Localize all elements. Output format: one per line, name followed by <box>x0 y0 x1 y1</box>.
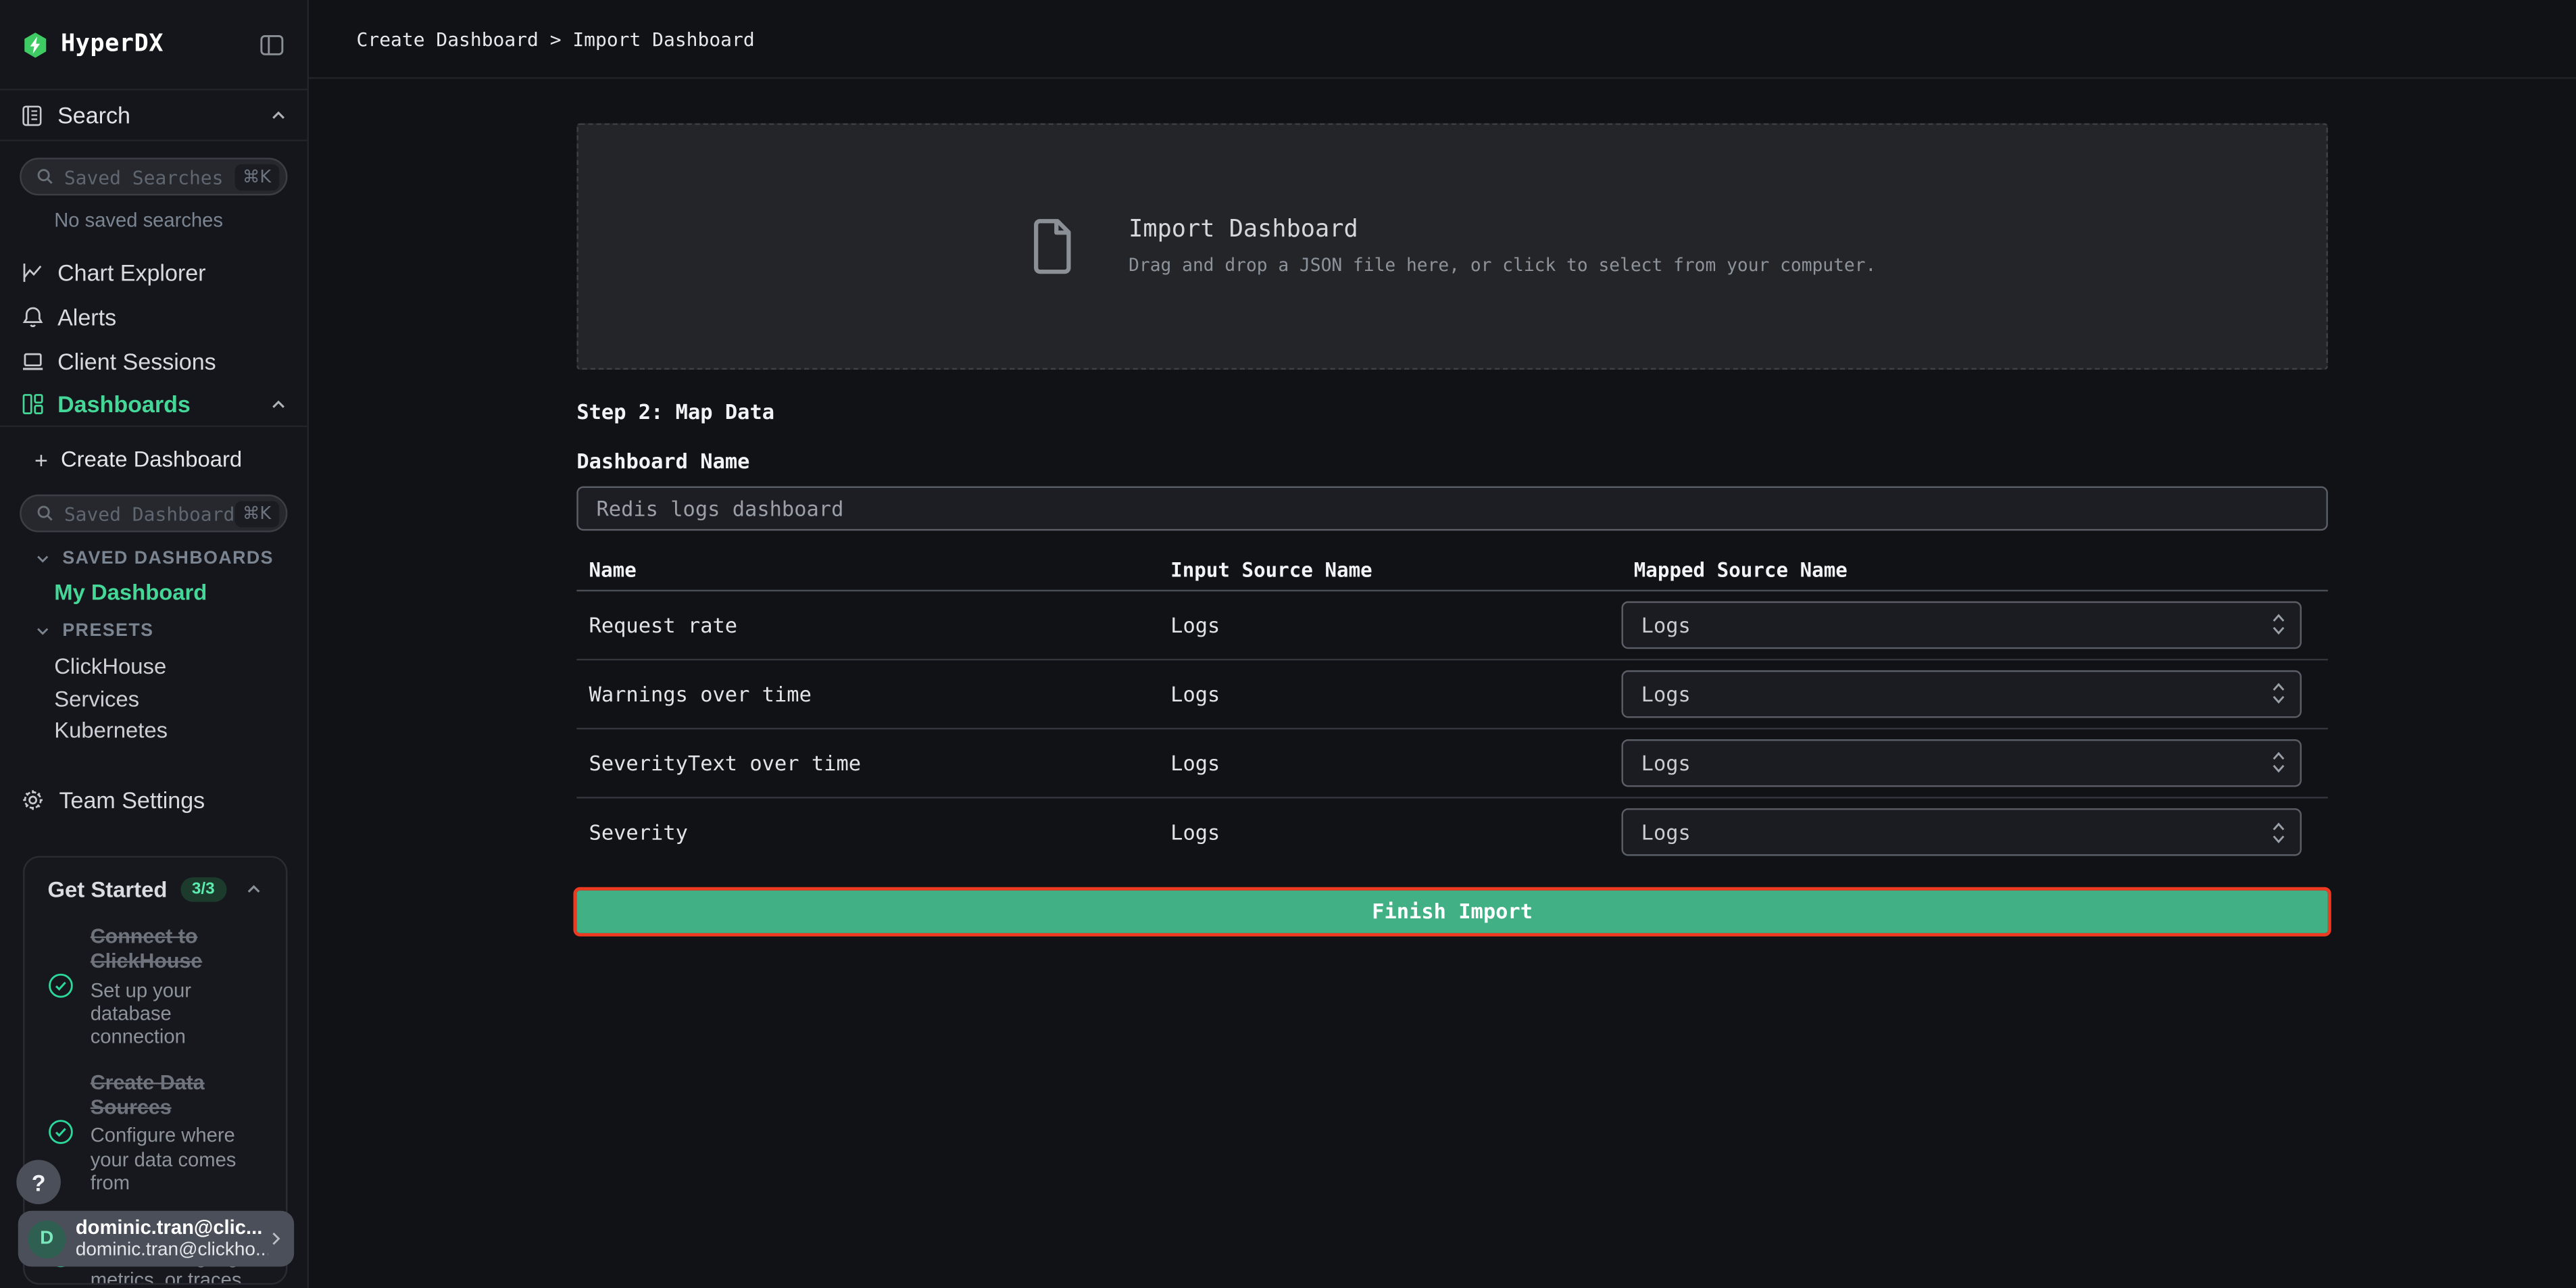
row-input-source: Logs <box>1158 681 1622 705</box>
select-chevrons-icon <box>2271 610 2287 639</box>
user-name: dominic.tran@clic... <box>76 1215 268 1239</box>
preset-item-clickhouse[interactable]: ClickHouse <box>0 651 307 683</box>
chevron-up-icon <box>270 106 288 124</box>
get-started-item: Connect to ClickHouse Set up your databa… <box>38 925 270 1048</box>
presets-section-header[interactable]: PRESETS <box>0 618 307 644</box>
select-chevrons-icon <box>2271 678 2287 708</box>
row-name: Warnings over time <box>576 681 1158 705</box>
sidebar-section-search[interactable]: Search <box>0 91 307 141</box>
chevron-right-icon <box>268 1231 284 1247</box>
table-row: Warnings over time Logs Logs <box>576 660 2328 728</box>
sidebar-item-alerts[interactable]: Alerts <box>0 294 307 339</box>
user-email: dominic.tran@clickho... <box>76 1239 268 1262</box>
check-circle-icon <box>48 1120 74 1146</box>
saved-searches-input[interactable]: Saved Searches ⌘K <box>20 157 287 195</box>
table-row: Severity Logs Logs <box>576 797 2328 866</box>
user-menu[interactable]: D dominic.tran@clic... dominic.tran@clic… <box>18 1211 294 1267</box>
row-name: SeverityText over time <box>576 750 1158 774</box>
preset-list: ClickHouse Services Kubernetes <box>0 651 307 746</box>
select-chevrons-icon <box>2271 817 2287 847</box>
column-header-name: Name <box>576 559 1158 582</box>
search-icon <box>36 168 54 186</box>
team-settings-button[interactable]: Team Settings <box>0 777 307 822</box>
sidebar-toggle-icon[interactable] <box>258 30 286 58</box>
table-row: Request rate Logs Logs <box>576 591 2328 660</box>
help-button[interactable]: ? <box>16 1160 61 1204</box>
chevron-up-icon <box>270 395 288 414</box>
mapped-source-select[interactable]: Logs <box>1621 739 2301 787</box>
get-started-item: Create Data Sources Configure where your… <box>38 1071 270 1194</box>
hyperdx-logo-icon <box>22 30 49 58</box>
chevron-down-icon <box>34 622 51 639</box>
laptop-icon <box>20 347 46 374</box>
preset-item-services[interactable]: Services <box>0 683 307 714</box>
page-header: Create Dashboard > Import Dashboard <box>309 0 2576 79</box>
sidebar-nav: Chart Explorer Alerts Client Sessions Da… <box>0 250 307 428</box>
map-data-table: Name Input Source Name Mapped Source Nam… <box>576 551 2328 867</box>
saved-dashboards-placeholder: Saved Dashboards <box>64 502 234 525</box>
dashboard-name-label: Dashboard Name <box>576 449 2328 473</box>
shortcut-badge: ⌘K <box>234 164 280 190</box>
import-dropzone[interactable]: Import Dashboard Drag and drop a JSON fi… <box>576 123 2328 370</box>
column-header-mapped-source: Mapped Source Name <box>1621 559 2327 582</box>
mapped-source-select[interactable]: Logs <box>1621 670 2301 718</box>
row-input-source: Logs <box>1158 612 1622 637</box>
check-circle-icon <box>48 973 74 999</box>
app: HyperDX Search <box>0 0 2576 1288</box>
main-content: Create Dashboard > Import Dashboard Impo… <box>309 0 2576 1288</box>
dropzone-subtitle: Drag and drop a JSON file here, or click… <box>1129 255 1876 276</box>
dropzone-title: Import Dashboard <box>1129 217 1876 243</box>
saved-dashboards-section-header[interactable]: SAVED DASHBOARDS <box>0 545 307 572</box>
row-input-source: Logs <box>1158 750 1622 774</box>
chevron-down-icon <box>34 550 51 566</box>
select-chevrons-icon <box>2271 747 2287 777</box>
progress-badge: 3/3 <box>180 877 226 901</box>
saved-searches-placeholder: Saved Searches <box>64 165 234 188</box>
table-header-row: Name Input Source Name Mapped Source Nam… <box>576 551 2328 591</box>
search-section-icon <box>20 103 44 127</box>
get-started-title: Get Started <box>48 877 168 901</box>
brand-name: HyperDX <box>61 31 164 57</box>
shortcut-badge: ⌘K <box>234 500 280 526</box>
column-header-input-source: Input Source Name <box>1158 559 1622 582</box>
gear-icon <box>20 787 46 813</box>
chevron-up-icon[interactable] <box>245 881 263 899</box>
search-section-label: Search <box>57 102 130 128</box>
mapped-source-select[interactable]: Logs <box>1621 601 2301 649</box>
chart-icon <box>20 259 46 285</box>
sidebar: HyperDX Search <box>0 0 309 1288</box>
row-input-source: Logs <box>1158 820 1622 844</box>
bell-icon <box>20 303 46 330</box>
plus-icon: + <box>34 446 56 472</box>
avatar: D <box>28 1220 66 1258</box>
saved-dashboards-input[interactable]: Saved Dashboards ⌘K <box>20 495 287 532</box>
row-name: Severity <box>576 820 1158 844</box>
dashboards-icon <box>20 391 46 418</box>
create-dashboard-button[interactable]: + Create Dashboard <box>0 437 307 482</box>
row-name: Request rate <box>576 612 1158 637</box>
brand-row: HyperDX <box>0 0 307 91</box>
sidebar-item-chart-explorer[interactable]: Chart Explorer <box>0 250 307 295</box>
search-icon <box>36 504 54 522</box>
finish-import-button[interactable]: Finish Import <box>576 889 2328 932</box>
table-row: SeverityText over time Logs Logs <box>576 728 2328 797</box>
breadcrumb: Create Dashboard > Import Dashboard <box>357 27 755 50</box>
sidebar-item-client-sessions[interactable]: Client Sessions <box>0 339 307 383</box>
sidebar-item-my-dashboard[interactable]: My Dashboard <box>0 575 307 608</box>
dashboard-name-input[interactable] <box>576 487 2328 530</box>
step-title: Step 2: Map Data <box>576 399 2328 424</box>
sidebar-item-dashboards[interactable]: Dashboards <box>0 382 307 427</box>
preset-item-kubernetes[interactable]: Kubernetes <box>0 714 307 746</box>
mapped-source-select[interactable]: Logs <box>1621 808 2301 856</box>
file-icon <box>1029 217 1074 276</box>
no-saved-searches-text: No saved searches <box>54 209 307 235</box>
